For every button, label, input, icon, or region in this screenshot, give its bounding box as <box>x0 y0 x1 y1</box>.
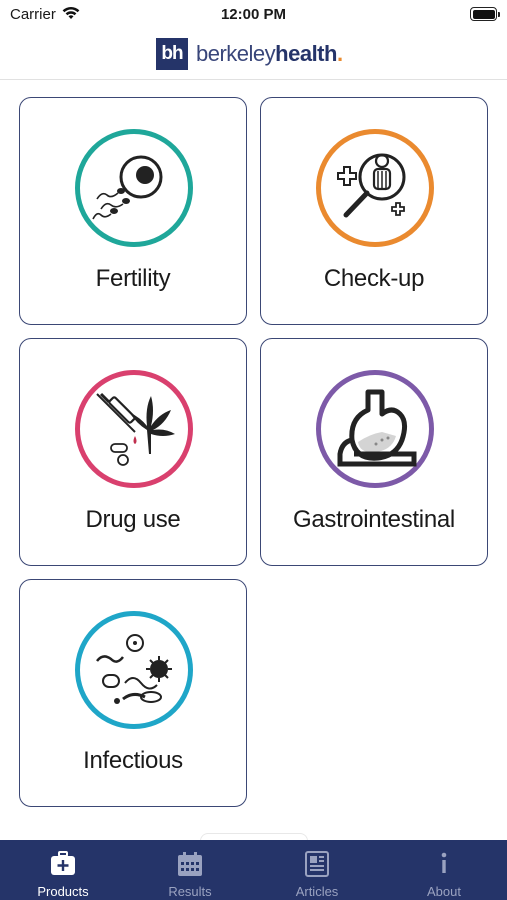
product-tile-checkup[interactable]: Check-up <box>260 97 488 325</box>
tab-products[interactable]: Products <box>0 840 126 900</box>
berkeley-health-logo: bh berkeleyhealth. <box>156 38 343 70</box>
magnifier-person-icon <box>337 153 406 218</box>
tab-label: Articles <box>295 884 339 899</box>
battery-icon <box>470 7 500 21</box>
info-icon <box>441 852 447 873</box>
drug-use-icon-ring <box>75 370 193 488</box>
logo-dot: . <box>336 41 343 66</box>
status-bar: Carrier 12:00 PM <box>0 0 507 30</box>
product-label: Infectious <box>83 747 183 774</box>
infectious-icon-ring <box>75 611 193 729</box>
status-time: 12:00 PM <box>220 6 287 23</box>
microbes-icon <box>96 634 172 704</box>
product-tile-gastrointestinal[interactable]: Gastrointestinal <box>260 338 488 566</box>
product-label: Check-up <box>323 265 425 292</box>
checkup-icon-ring <box>316 129 434 247</box>
tab-label: About <box>427 884 461 899</box>
fertility-icon-ring <box>75 129 193 247</box>
calendar-icon <box>178 852 202 876</box>
product-label: Drug use <box>85 506 181 533</box>
medical-bag-icon <box>51 851 75 875</box>
sperm-egg-icon <box>92 155 163 220</box>
product-label: Fertility <box>95 265 171 292</box>
tab-label: Products <box>37 884 89 899</box>
logo-wordmark: berkeleyhealth. <box>196 41 343 67</box>
logo-mark: bh <box>156 38 188 70</box>
product-label: Gastrointestinal <box>293 506 455 533</box>
newspaper-icon <box>305 851 329 877</box>
app-header: bh berkeleyhealth. <box>0 30 507 80</box>
product-tile-drug-use[interactable]: Drug use <box>19 338 247 566</box>
product-tile-fertility[interactable]: Fertility <box>19 97 247 325</box>
stomach-icon <box>337 389 417 467</box>
product-tile-infectious[interactable]: Infectious <box>19 579 247 807</box>
tab-articles[interactable]: Articles <box>254 840 380 900</box>
tab-about[interactable]: About <box>381 840 507 900</box>
gastrointestinal-icon-ring <box>316 370 434 488</box>
syringe-cannabis-icon <box>96 392 175 466</box>
logo-text-bold: health <box>275 41 337 66</box>
tab-results[interactable]: Results <box>127 840 253 900</box>
tab-label: Results <box>168 884 212 899</box>
bottom-tab-bar: Products Results Articles About <box>0 840 507 900</box>
logo-text-light: berkeley <box>196 41 276 66</box>
